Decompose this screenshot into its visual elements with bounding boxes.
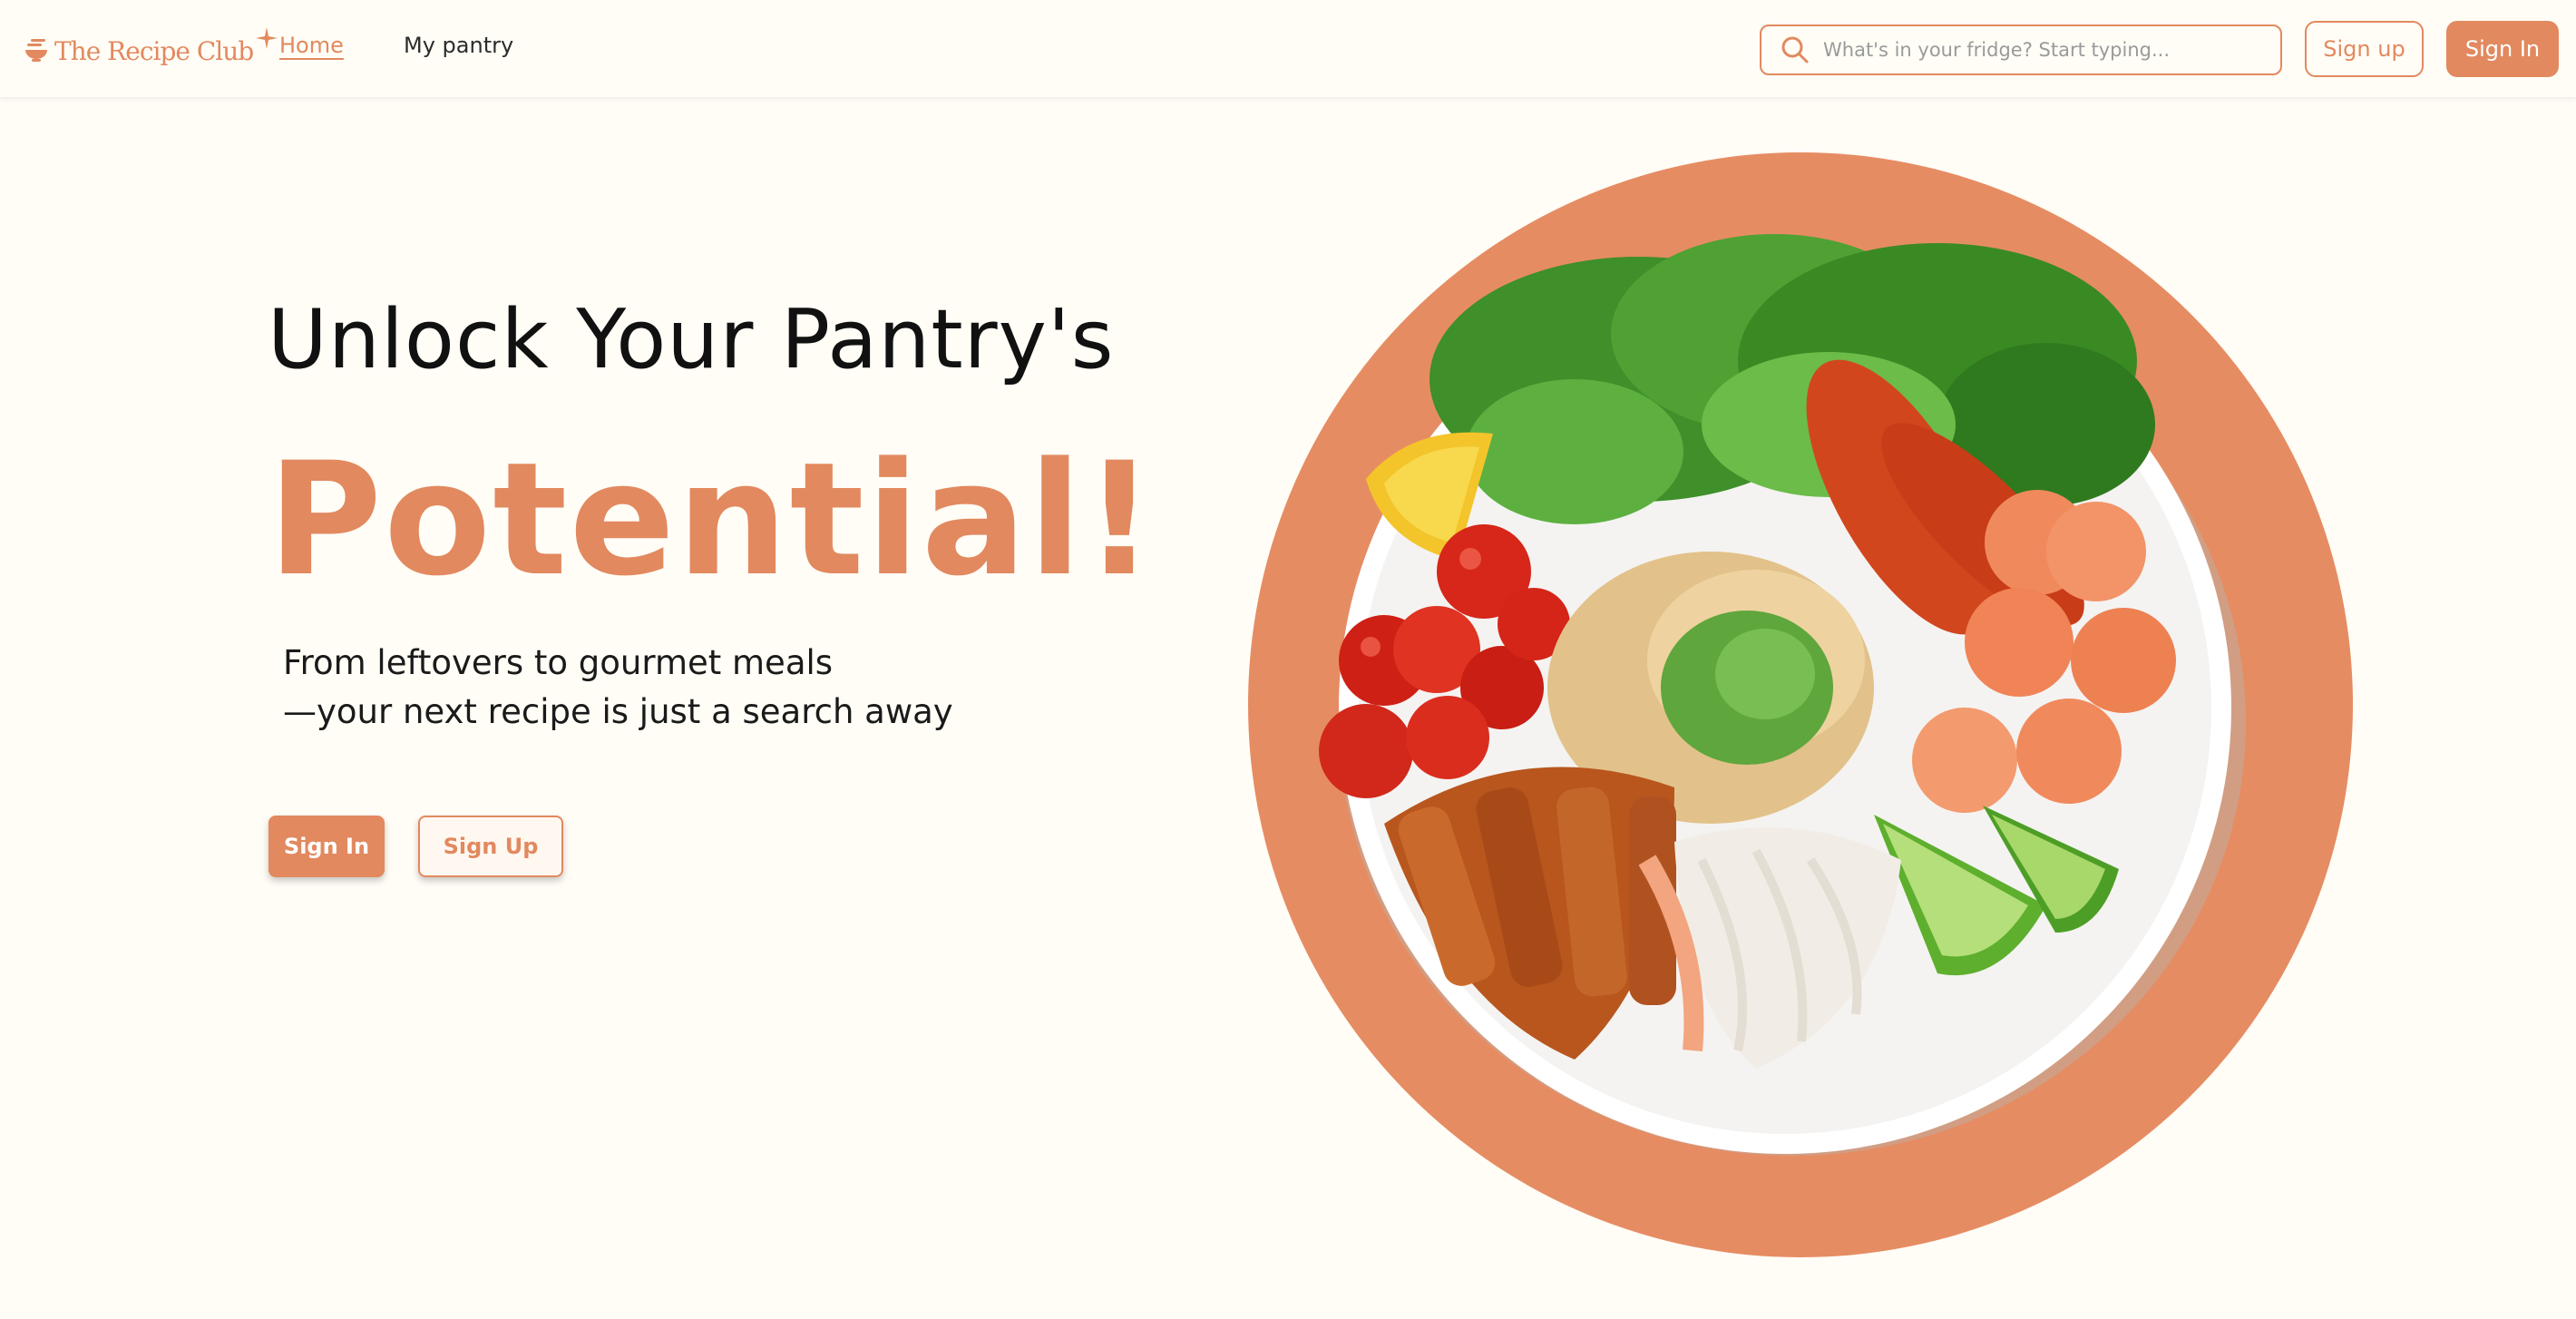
nav-home-link[interactable]: Home [279,33,344,58]
bowl-icon [25,39,47,62]
search-icon [1781,36,1809,64]
hero-signup-button[interactable]: Sign Up [418,816,563,877]
hero-signin-button[interactable]: Sign In [268,816,385,877]
hero-title: Unlock Your Pantry's [268,292,1115,387]
search-bar[interactable] [1760,24,2282,75]
search-input[interactable] [1823,39,2259,61]
brand-name: The Recipe Club [54,35,254,66]
hero-food-illustration [1248,152,2353,1257]
sparkle-icon [256,27,278,49]
hero-subtitle-line-2: —your next recipe is just a search away [283,692,953,731]
hero-subtitle: From leftovers to gourmet meals —your ne… [283,639,953,737]
top-navbar: The Recipe Club Home My pantry Sign up S… [0,0,2576,98]
header-signin-button[interactable]: Sign In [2446,21,2559,77]
brand-logo[interactable]: The Recipe Club [24,27,278,74]
header-signup-button[interactable]: Sign up [2305,21,2424,77]
hero-subtitle-line-1: From leftovers to gourmet meals [283,643,834,682]
hero-accent-text: Potential! [268,428,1157,611]
nav-my-pantry-link[interactable]: My pantry [404,33,513,58]
greens [1429,234,2155,524]
